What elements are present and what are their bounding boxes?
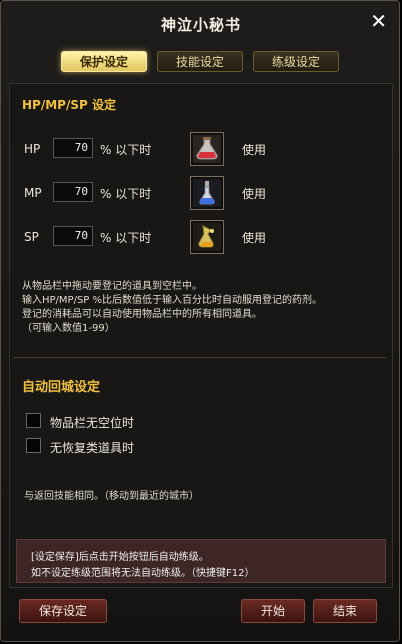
sp-use-label: 使用 [242,231,267,245]
sp-row: SP 70 % 以下时 使用 [10,220,390,256]
mp-threshold-input[interactable]: 70 [53,182,93,202]
sp-percent-suffix: % 以下时 [100,231,152,245]
mp-use-label: 使用 [242,187,267,201]
option-inventory-full[interactable]: 物品栏无空位时 [26,412,326,432]
sp-threshold-input[interactable]: 70 [53,226,93,246]
hp-row: HP 70 % 以下时 使用 [10,132,390,168]
inventory-full-label: 物品栏无空位时 [50,416,135,430]
settings-panel: HP/MP/SP 设定 HP 70 % 以下时 使用 MP 70 % 以下时 使… [9,83,393,588]
no-recovery-items-label: 无恢复类道具时 [50,441,135,455]
close-icon[interactable]: ✕ [370,9,387,33]
save-settings-button[interactable]: 保存设定 [19,599,107,623]
option-no-recovery-items[interactable]: 无恢复类道具时 [26,437,326,457]
mp-row: MP 70 % 以下时 使用 [10,176,390,212]
hp-item-slot[interactable] [190,132,224,166]
section-divider [14,357,386,358]
mp-item-slot[interactable] [190,176,224,210]
notice-line: 如不设定练级范围将无法自动练级。（快捷键F12） [31,568,255,579]
description-line: 从物品栏中拖动要登记的道具到空栏中。 [22,281,202,292]
notice-line: [设定保存]后点击开始按钮后自动练级。 [31,552,209,563]
hp-threshold-input[interactable]: 70 [53,138,93,158]
tab-protection-settings[interactable]: 保护设定 [61,51,147,72]
tab-leveling-settings[interactable]: 练级设定 [253,51,339,72]
mp-potion-icon [193,179,221,207]
title-bar[interactable]: 神泣小秘书 ✕ [1,1,401,45]
protection-description: 从物品栏中拖动要登记的道具到空栏中。 输入HP/MP/SP %比后数值低于输入百… [22,280,382,336]
no-recovery-items-checkbox[interactable] [26,438,41,453]
notice-box: [设定保存]后点击开始按钮后自动练级。 如不设定练级范围将无法自动练级。（快捷键… [16,539,386,583]
tab-bar: 保护设定 技能设定 练级设定 [61,51,351,73]
hp-potion-icon [193,135,221,163]
auto-return-section-title: 自动回城设定 [22,380,101,395]
start-button[interactable]: 开始 [241,599,305,623]
description-line: （可输入数值1-99） [22,323,115,334]
sp-potion-icon [193,223,221,251]
sp-label: SP [24,230,39,244]
tab-skill-settings[interactable]: 技能设定 [157,51,243,72]
description-line: 登记的消耗品可以自动使用物品栏中的所有相同道具。 [22,309,262,320]
mp-label: MP [24,186,42,200]
hp-label: HP [24,142,41,156]
sp-item-slot[interactable] [190,220,224,254]
description-line: 输入HP/MP/SP %比后数值低于输入百分比时自动服用登记的药剂。 [22,295,323,306]
assistant-window: 神泣小秘书 ✕ 保护设定 技能设定 练级设定 HP/MP/SP 设定 HP 70… [0,0,400,642]
auto-return-note: 与返回技能相同。（移动到最近的城市） [24,491,199,502]
hp-percent-suffix: % 以下时 [100,143,152,157]
hp-use-label: 使用 [242,143,267,157]
hp-mp-sp-section-title: HP/MP/SP 设定 [22,98,116,112]
mp-percent-suffix: % 以下时 [100,187,152,201]
end-button[interactable]: 结束 [313,599,377,623]
window-title: 神泣小秘书 [160,16,241,34]
inventory-full-checkbox[interactable] [26,413,41,428]
